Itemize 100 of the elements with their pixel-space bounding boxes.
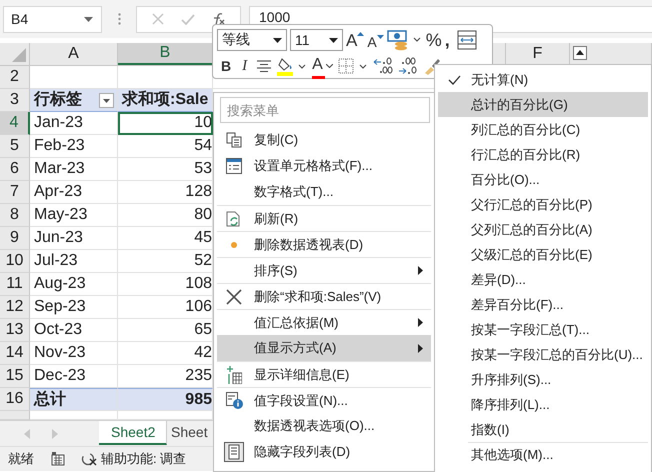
menu-item[interactable]: 数据透视表选项(O)...: [217, 413, 431, 439]
coins-icon[interactable]: [386, 29, 423, 51]
row-number[interactable]: 12: [0, 296, 30, 319]
details-icon: [226, 366, 242, 384]
align-center-icon[interactable]: [256, 60, 272, 72]
table-cell: Jul-23: [30, 250, 118, 273]
row-number[interactable]: 14: [0, 342, 30, 365]
check-icon[interactable]: [180, 14, 194, 24]
table-cell: 总计: [30, 388, 118, 411]
row-number[interactable]: 6: [0, 158, 30, 181]
sheet-tab[interactable]: Sheet2: [99, 421, 167, 445]
bold-button[interactable]: B: [221, 59, 232, 73]
table-cell: Oct-23: [30, 319, 118, 342]
menu-item[interactable]: 列汇总的百分比(C): [438, 117, 648, 142]
font-dropdown[interactable]: 等线: [217, 29, 287, 51]
collapse-icon[interactable]: [573, 46, 587, 60]
caret-icon: [84, 16, 93, 22]
filter-dropdown-icon[interactable]: [99, 92, 114, 108]
menu-item[interactable]: 总计的百分比(G): [438, 92, 648, 117]
row-number[interactable]: 3: [0, 89, 30, 112]
menu-item[interactable]: 按某一字段汇总(T)...: [438, 317, 648, 342]
shrink-font-button[interactable]: A: [367, 34, 384, 48]
down-triangle-icon: [376, 34, 384, 38]
row-number[interactable]: 7: [0, 181, 30, 204]
function-icon[interactable]: [212, 12, 226, 26]
menu-item[interactable]: 删除数据透视表(D): [217, 231, 431, 257]
status-text[interactable]: 辅助功能: 调查: [101, 450, 186, 468]
table-cell: 985: [118, 388, 213, 411]
menu-item[interactable]: 设置单元格格式(F)...: [217, 153, 431, 179]
font-color-button[interactable]: A: [312, 56, 333, 76]
table-cell: Apr-23: [30, 181, 118, 204]
font-size: 11: [295, 32, 310, 48]
fill-color-icon[interactable]: [277, 56, 308, 76]
macro-icon[interactable]: [51, 452, 65, 466]
menu-item[interactable]: 指数(I): [438, 417, 648, 442]
row-number[interactable]: 16: [0, 388, 30, 411]
row-number[interactable]: 11: [0, 273, 30, 296]
menu-item[interactable]: 显示详细信息(E): [217, 361, 431, 387]
font-name: 等线: [222, 31, 250, 49]
row-number[interactable]: 5: [0, 135, 30, 158]
decrease-decimal-icon[interactable]: [398, 57, 418, 75]
italic-button[interactable]: I: [242, 58, 248, 74]
field-list-icon: [224, 442, 244, 462]
menu-item[interactable]: 行汇总的百分比(R): [438, 142, 648, 167]
menu-item[interactable]: 隐藏字段列表(D): [217, 439, 431, 465]
menu-item[interactable]: 排序(S): [217, 257, 431, 283]
format-cells-icon: [226, 158, 242, 174]
table-cell-text: 行标签: [34, 90, 82, 110]
increase-decimal-icon[interactable]: [372, 57, 393, 75]
menu-item[interactable]: 删除“求和项:Sales”(V): [217, 283, 431, 309]
grow-font-button[interactable]: A: [346, 32, 364, 48]
search-field[interactable]: 搜索菜单: [220, 97, 430, 123]
table-cell: Sep-23: [30, 296, 118, 319]
size-dropdown[interactable]: 11: [290, 29, 343, 51]
menu-item[interactable]: 降序排列(L)...: [438, 392, 648, 417]
name-box[interactable]: B4: [3, 6, 102, 32]
menu-item[interactable]: 无计算(N): [438, 67, 648, 92]
menu-item[interactable]: 差异(D)...: [438, 267, 648, 292]
table-cell: Feb-23: [30, 135, 118, 158]
menu-item[interactable]: 刷新(R): [217, 205, 431, 231]
menu-item[interactable]: 差异百分比(F)...: [438, 292, 648, 317]
info-icon: [226, 392, 242, 409]
caret-icon: [326, 64, 333, 68]
row-number[interactable]: 13: [0, 319, 30, 342]
menu-item[interactable]: 父列汇总的百分比(A): [438, 217, 648, 242]
comma-button[interactable]: ,: [444, 31, 450, 49]
menu-item[interactable]: 百分比(O)...: [438, 167, 648, 192]
table-cell: Jan-23: [30, 112, 118, 135]
menu-item[interactable]: 升序排列(S)...: [438, 367, 648, 392]
menu-item[interactable]: 复制(C): [217, 127, 431, 153]
refresh-icon: [226, 210, 242, 226]
menu-item[interactable]: 其他选项(M)...: [468, 442, 648, 467]
row-number[interactable]: 2: [0, 66, 30, 89]
percent-button[interactable]: %: [426, 31, 442, 49]
delete-icon: [226, 288, 242, 304]
table-cell: Jun-23: [30, 227, 118, 250]
copy-icon: [226, 132, 242, 148]
grip-icon: [118, 13, 121, 25]
row-number[interactable]: 8: [0, 204, 30, 227]
up-triangle-icon: [357, 32, 364, 36]
menu-item[interactable]: 父行汇总的百分比(P): [438, 192, 648, 217]
table-cell: 10: [118, 112, 213, 135]
row-number[interactable]: 4: [0, 112, 30, 135]
status-text: 就绪: [8, 450, 34, 468]
menu-item[interactable]: 数字格式(T)...: [217, 179, 431, 205]
table-cell: May-23: [30, 204, 118, 227]
column-header[interactable]: B: [118, 43, 213, 65]
menu-item[interactable]: 父级汇总的百分比(E): [438, 242, 648, 267]
table-cell: Aug-23: [30, 273, 118, 296]
menu-item[interactable]: 按某一字段汇总的百分比(U)...: [438, 342, 648, 367]
row-number[interactable]: 10: [0, 250, 30, 273]
wrap-icon[interactable]: [456, 30, 477, 50]
row-number[interactable]: 15: [0, 365, 30, 388]
row-number[interactable]: 9: [0, 227, 30, 250]
menu-item[interactable]: 值显示方式(A): [217, 335, 431, 361]
borders-icon[interactable]: [338, 58, 368, 74]
menu-item[interactable]: 值字段设置(N)...: [217, 387, 431, 413]
table-cell: Nov-23: [30, 342, 118, 365]
accessibility-icon[interactable]: [81, 451, 97, 467]
table-cell: 求和项:Sale: [118, 89, 213, 112]
